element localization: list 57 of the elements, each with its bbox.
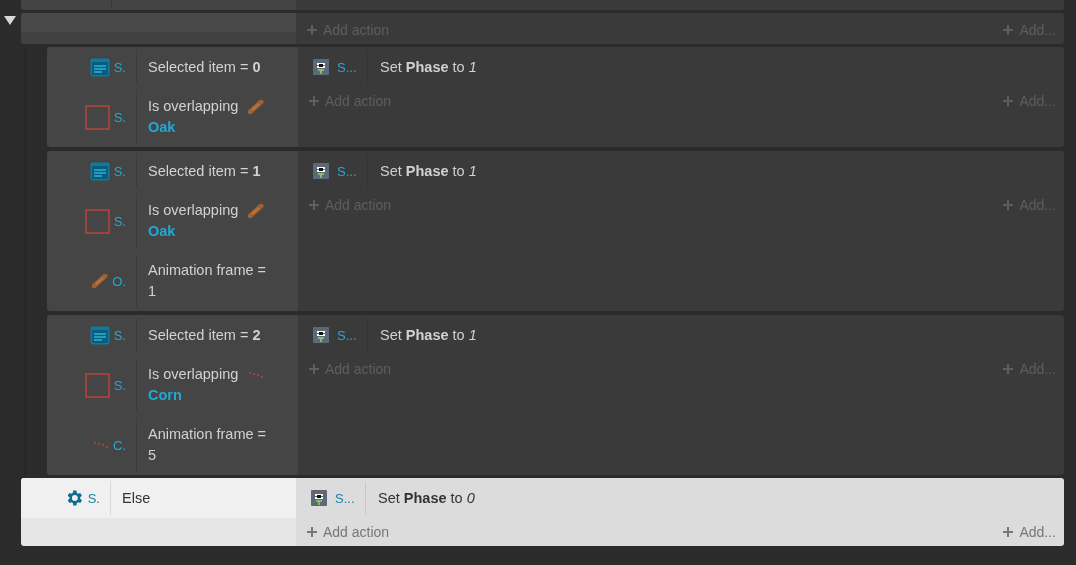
list-window-icon <box>89 161 110 181</box>
action-text: Set Phase to 0 <box>377 490 475 506</box>
plus-icon <box>1003 25 1014 35</box>
square-outline-icon <box>84 208 110 234</box>
object-name: Oak <box>148 222 177 241</box>
object-name: S... <box>337 163 357 179</box>
object-name: S. <box>113 213 126 229</box>
condition-text: Animation frame = 1 <box>148 261 268 301</box>
object-name: O. <box>112 273 126 289</box>
condition-text: Is overlapping <box>148 97 239 116</box>
condition-text: Is overlapping <box>148 201 239 220</box>
log-icon <box>248 99 265 114</box>
object-name: S. <box>87 490 100 506</box>
object-name: Corn <box>148 386 183 405</box>
plus-icon <box>309 96 319 106</box>
log-icon <box>248 203 265 218</box>
object-name: S... <box>337 327 357 343</box>
object-name: S. <box>113 163 126 179</box>
list-window-icon <box>89 325 110 345</box>
condition-text: Is overlapping <box>148 365 239 384</box>
plus-icon <box>1003 364 1014 374</box>
condition-text: Animation frame = 5 <box>148 425 268 465</box>
log-icon <box>92 274 109 288</box>
object-name: Oak <box>148 118 177 137</box>
plus-icon <box>309 364 319 374</box>
add-action-button[interactable]: Add action <box>307 524 390 540</box>
condition-text: Else <box>122 488 152 508</box>
robot-sprite-icon <box>311 490 327 506</box>
condition-text: Selected item = 0 <box>148 57 262 77</box>
list-window-icon <box>89 57 110 77</box>
plus-icon <box>1003 527 1014 537</box>
object-name: S... <box>337 59 357 75</box>
dotted-line-icon <box>93 442 109 448</box>
object-name: S. <box>113 59 126 75</box>
robot-sprite-icon <box>313 163 329 179</box>
robot-sprite-icon <box>313 327 329 343</box>
condition-text: Selected item = 1 <box>148 161 262 181</box>
expand-toggle[interactable] <box>3 14 17 26</box>
action-text: Set Phase to 1 <box>379 163 477 179</box>
plus-icon <box>307 25 317 35</box>
dotted-line-icon <box>248 371 265 378</box>
object-name: C. <box>113 437 126 453</box>
square-outline-icon <box>84 372 110 398</box>
plus-icon <box>309 200 319 210</box>
action-text: Set Phase to 1 <box>379 327 477 343</box>
plus-icon <box>1003 96 1014 106</box>
condition-text: Selected item = 2 <box>148 325 262 345</box>
object-name: S. <box>113 377 126 393</box>
object-name: S. <box>113 327 126 343</box>
action-text: Set Phase to 1 <box>379 59 477 75</box>
object-name: S. <box>113 109 126 125</box>
plus-icon <box>1003 200 1014 210</box>
object-name: S... <box>335 490 355 506</box>
square-outline-icon <box>84 104 110 130</box>
plus-icon <box>307 527 317 537</box>
robot-sprite-icon <box>313 59 329 75</box>
add-button[interactable]: Add... <box>1003 524 1056 540</box>
